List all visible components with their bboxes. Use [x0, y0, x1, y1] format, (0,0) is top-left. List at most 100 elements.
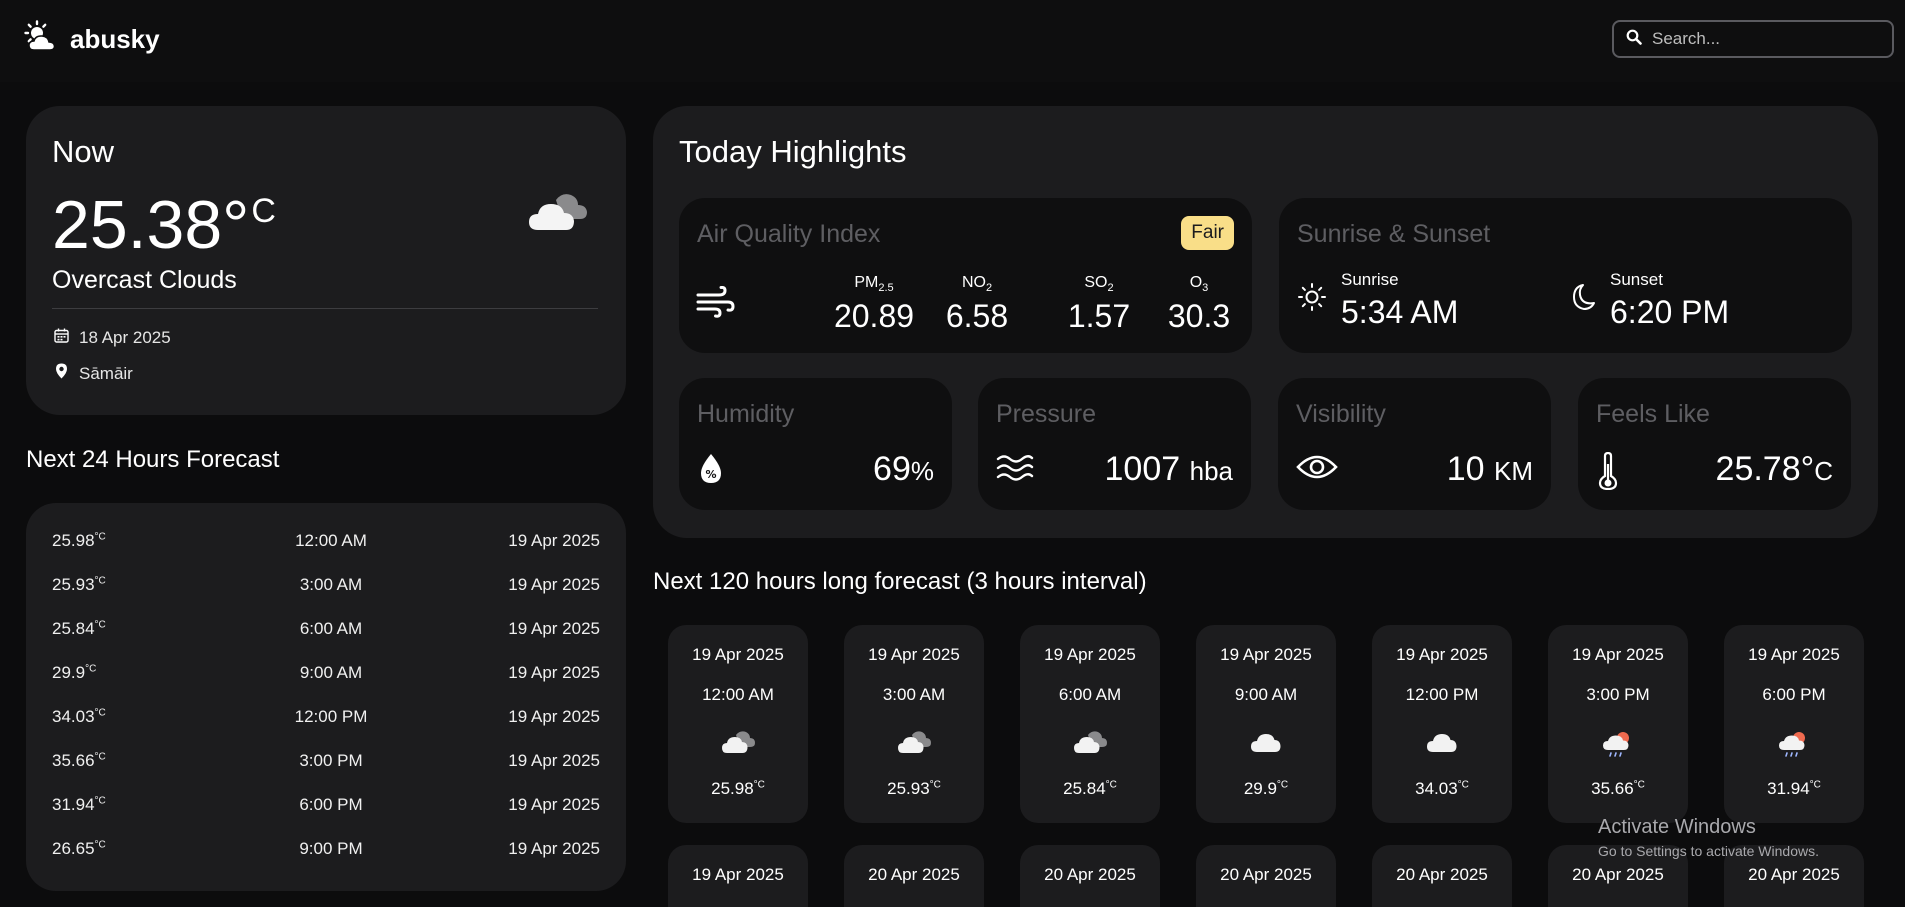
visibility-card: Visibility 10 KM — [1278, 378, 1551, 510]
temperature-unit: C — [251, 192, 276, 230]
forecast-card[interactable]: 19 Apr 2025 3:00 AM 25.93°C — [844, 625, 984, 823]
hours24-title: Next 24 Hours Forecast — [26, 446, 280, 473]
forecast-card[interactable]: 20 Apr 2025 — [1372, 845, 1512, 907]
humidity-value: 69% — [873, 450, 934, 489]
forecast-date: 20 Apr 2025 — [1572, 865, 1664, 884]
sunrise-item: Sunrise 5:34 AM — [1297, 270, 1458, 331]
temperature-value: 34.03 — [52, 707, 95, 726]
current-date: 18 Apr 2025 — [79, 328, 171, 347]
hour-date: 19 Apr 2025 — [508, 531, 600, 550]
highlights-card: Today Highlights Air Quality Index Fair … — [653, 106, 1878, 538]
forecast-card[interactable]: 19 Apr 2025 — [668, 845, 808, 907]
forecast-time: 3:00 AM — [882, 685, 946, 704]
feels-like-card: Feels Like 25.78°C — [1578, 378, 1851, 510]
temperature-unit: °C — [94, 575, 106, 587]
temperature-value: 25.98 — [52, 531, 95, 550]
forecast-card[interactable]: 19 Apr 2025 3:00 PM 35.66°C — [1548, 625, 1688, 823]
search-box[interactable] — [1612, 20, 1894, 58]
temperature-unit: °C — [94, 839, 106, 851]
hour-time: 12:00 AM — [295, 531, 367, 550]
hour-forecast-row: 31.94°C 6:00 PM 19 Apr 2025 — [26, 795, 626, 817]
temperature-value: 26.65 — [52, 839, 95, 858]
forecast-time: 6:00 PM — [1762, 685, 1826, 704]
pressure-label: Pressure — [996, 400, 1097, 428]
wind-icon — [695, 285, 735, 323]
forecast-date: 19 Apr 2025 — [1572, 645, 1664, 664]
forecast-time: 12:00 AM — [702, 685, 774, 704]
forecast-date: 20 Apr 2025 — [1044, 865, 1136, 884]
hour-temperature: 25.93°C — [52, 575, 106, 595]
forecast-card[interactable]: 20 Apr 2025 — [1196, 845, 1336, 907]
sunrise-sunset-card: Sunrise & Sunset Sunrise 5:34 AM Sunset … — [1279, 198, 1852, 353]
hour-forecast-row: 29.9°C 9:00 AM 19 Apr 2025 — [26, 663, 626, 685]
temperature-value: 29.9 — [52, 663, 86, 682]
logo[interactable]: abusky — [24, 20, 160, 59]
forecast-date: 20 Apr 2025 — [868, 865, 960, 884]
sunrise-sunset-label: Sunrise & Sunset — [1297, 220, 1491, 248]
hour-time: 6:00 PM — [299, 795, 363, 814]
visibility-number: 10 — [1446, 450, 1485, 488]
hour-temperature: 35.66°C — [52, 751, 106, 771]
hour-date: 19 Apr 2025 — [508, 707, 600, 726]
forecast-date: 20 Apr 2025 — [1220, 865, 1312, 884]
pressure-value: 1007 hba — [1105, 450, 1233, 489]
broken-clouds-icon — [1072, 729, 1108, 760]
waves-icon — [996, 452, 1034, 489]
eye-icon — [1296, 452, 1338, 487]
temperature-unit: °C — [1809, 779, 1821, 791]
forecast-temperature: 25.93°C — [844, 779, 984, 799]
aqi-label: Air Quality Index — [697, 220, 881, 248]
temperature-unit: °C — [94, 795, 106, 807]
pollutant-so2: SO2 1.57 — [1044, 274, 1154, 335]
hour-temperature: 31.94°C — [52, 795, 106, 815]
current-location: Sāmāir — [79, 363, 133, 383]
pollutant-o3: O3 30.3 — [1159, 274, 1239, 335]
temperature-value: 31.94 — [52, 795, 95, 814]
temperature-unit: °C — [94, 531, 106, 543]
calendar-icon — [54, 328, 69, 348]
visibility-value: 10 KM — [1447, 450, 1533, 489]
forecast-time: 6:00 AM — [1058, 685, 1122, 704]
temperature-unit: °C — [1633, 779, 1645, 791]
forecast-card[interactable]: 19 Apr 2025 9:00 AM 29.9°C — [1196, 625, 1336, 823]
highlights-title: Today Highlights — [679, 134, 907, 169]
temperature-value: 25.93 — [52, 575, 95, 594]
hour-temperature: 29.9°C — [52, 663, 96, 683]
forecast-card[interactable]: 19 Apr 2025 12:00 AM 25.98°C — [668, 625, 808, 823]
temperature-unit: °C — [94, 619, 106, 631]
humidity-drop-icon: % — [697, 452, 725, 491]
forecast-card[interactable]: 20 Apr 2025 — [1020, 845, 1160, 907]
hour-temperature: 25.98°C — [52, 531, 106, 551]
humidity-number: 69 — [873, 450, 911, 488]
current-weather-card: Now 25.38°C Overcast Clouds 18 Apr 2025 … — [26, 106, 626, 415]
overcast-clouds-icon — [526, 190, 592, 239]
temperature-value: 34.03 — [1415, 779, 1458, 798]
forecast-date: 20 Apr 2025 — [1396, 865, 1488, 884]
pollutant-value: 6.58 — [945, 298, 1009, 335]
pressure-unit: hba — [1189, 456, 1233, 486]
hour-temperature: 26.65°C — [52, 839, 106, 859]
temperature-unit: °C — [1457, 779, 1469, 791]
hour-date: 19 Apr 2025 — [508, 751, 600, 770]
pollutant-value: 1.57 — [1067, 298, 1131, 335]
forecast-card[interactable]: 19 Apr 2025 6:00 AM 25.84°C — [1020, 625, 1160, 823]
temperature-unit: °C — [1276, 779, 1289, 791]
temperature-value: 25.84 — [52, 619, 95, 638]
hour-forecast-row: 25.98°C 12:00 AM 19 Apr 2025 — [26, 531, 626, 553]
top-bar: abusky — [0, 0, 1905, 82]
humidity-label: Humidity — [697, 400, 795, 428]
activate-windows-watermark: Activate Windows Go to Settings to activ… — [1598, 816, 1819, 859]
forecast-temperature: 35.66°C — [1548, 779, 1688, 799]
forecast-temperature: 31.94°C — [1724, 779, 1864, 799]
logo-sun-cloud-icon — [24, 20, 58, 59]
forecast-card[interactable]: 19 Apr 2025 12:00 PM 34.03°C — [1372, 625, 1512, 823]
pollutant-name: O — [1189, 274, 1203, 291]
forecast-card[interactable]: 19 Apr 2025 6:00 PM 31.94°C — [1724, 625, 1864, 823]
search-input[interactable] — [1652, 29, 1882, 49]
sun-icon — [1297, 282, 1327, 317]
pollutant-no2: NO2 6.58 — [922, 274, 1032, 335]
humidity-card: Humidity % 69% — [679, 378, 952, 510]
sunset-time: 6:20 PM — [1610, 294, 1730, 330]
forecast-card[interactable]: 20 Apr 2025 — [844, 845, 984, 907]
hour-time: 6:00 AM — [299, 619, 363, 638]
